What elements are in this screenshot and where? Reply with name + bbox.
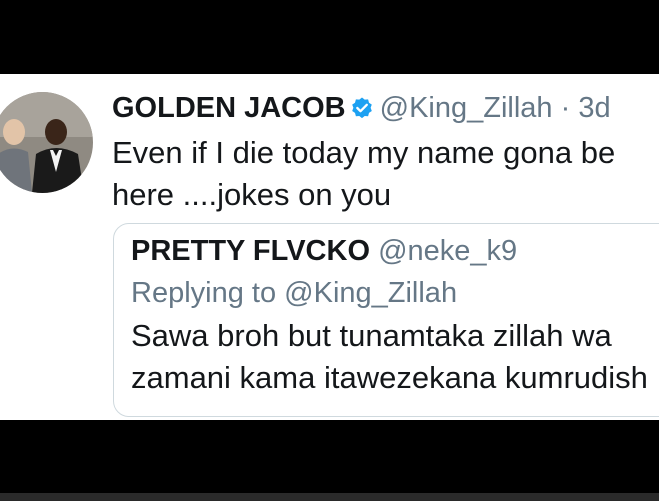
- separator-dot: ·: [560, 92, 571, 124]
- timestamp[interactable]: 3d: [578, 92, 610, 124]
- quoted-tweet-text-line1: Sawa broh but tunamtaka zillah wa: [131, 318, 612, 353]
- replying-to-handle[interactable]: @King_Zillah: [284, 277, 457, 309]
- avatar-photo: [0, 92, 93, 193]
- user-handle[interactable]: @King_Zillah: [380, 92, 553, 124]
- tweet-header: GOLDEN JACOB @King_Zillah · 3d: [112, 91, 611, 128]
- bottom-strip: [0, 493, 659, 501]
- verified-badge-icon: [350, 94, 374, 128]
- avatar[interactable]: [0, 92, 93, 193]
- tweet-card[interactable]: GOLDEN JACOB @King_Zillah · 3d Even if I …: [0, 74, 659, 420]
- display-name[interactable]: GOLDEN JACOB: [112, 92, 346, 124]
- replying-to-label: Replying to: [131, 277, 277, 309]
- quoted-user-handle[interactable]: @neke_k9: [378, 235, 517, 267]
- quoted-tweet[interactable]: PRETTY FLVCKO @neke_k9 Replying to @King…: [113, 223, 659, 417]
- tweet-text: Even if I die today my name gona be here…: [112, 135, 616, 212]
- quoted-display-name[interactable]: PRETTY FLVCKO: [131, 235, 370, 267]
- quoted-tweet-text: Sawa broh but tunamtaka zillah wa zamani…: [131, 315, 659, 399]
- quoted-tweet-text-line2: zamani kama itawezekana kumrudish: [131, 360, 648, 395]
- quoted-tweet-header: PRETTY FLVCKO @neke_k9: [131, 234, 517, 268]
- replying-to: Replying to @King_Zillah: [131, 276, 457, 310]
